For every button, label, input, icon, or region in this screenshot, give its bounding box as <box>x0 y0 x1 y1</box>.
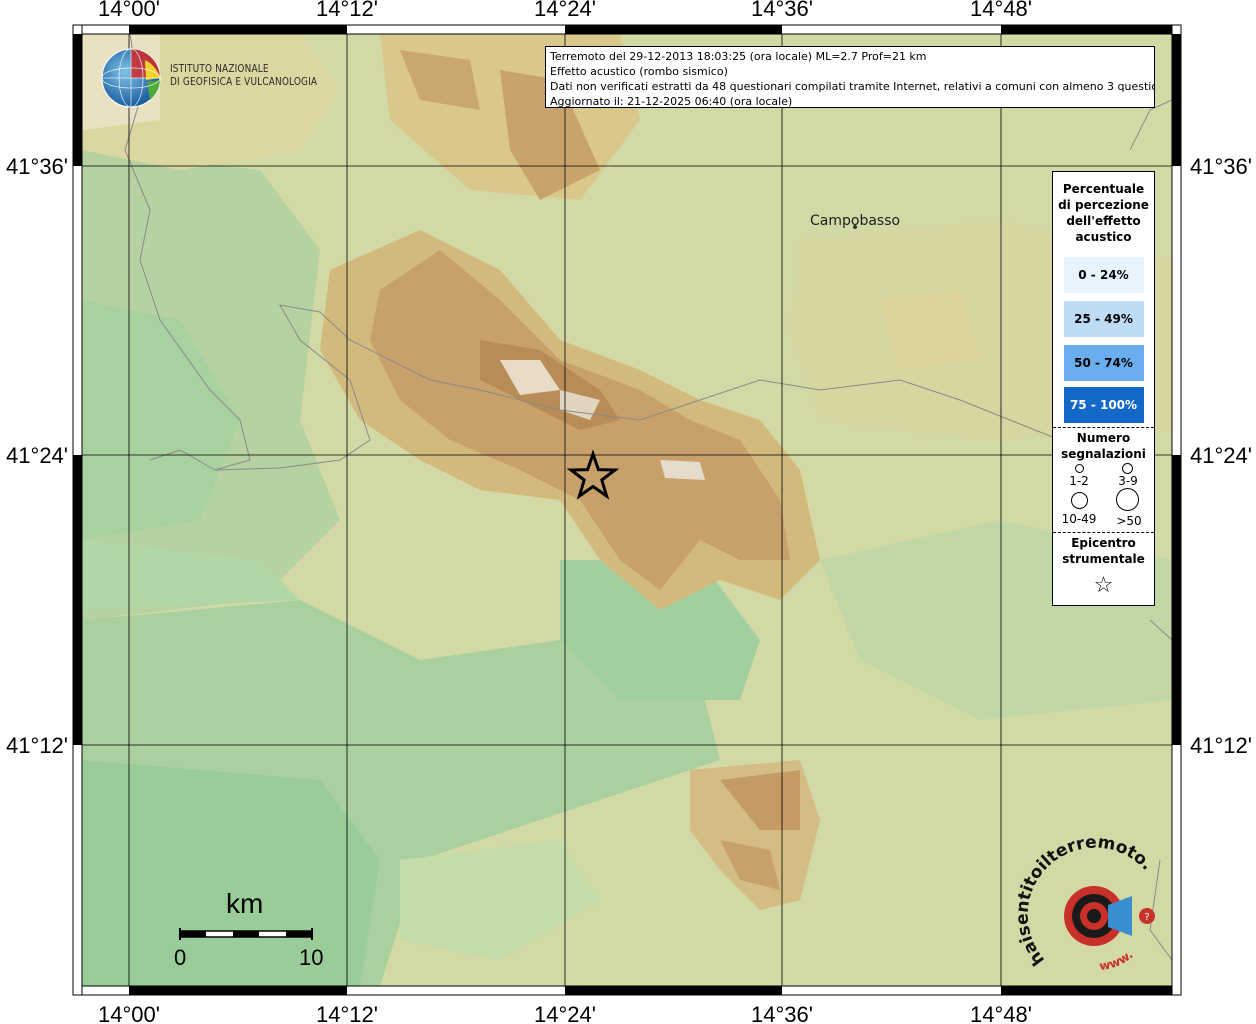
lon-label-top: 14°48' <box>970 0 1032 21</box>
count-legend: 1-2 3-9 10-49 >50 <box>1053 462 1154 532</box>
legend-title-line: dell'effetto <box>1066 214 1141 228</box>
count-label: >50 <box>1116 514 1142 528</box>
count-title: Numero segnalazioni <box>1053 430 1154 462</box>
lon-label-top: 14°12' <box>316 0 378 21</box>
lon-label-bottom: 14°48' <box>970 1002 1032 1024</box>
lon-label-bottom: 14°00' <box>98 1002 160 1024</box>
star-icon: ☆ <box>1093 573 1114 598</box>
lon-label-bottom: 14°36' <box>751 1002 813 1024</box>
ingv-logo-text: ISTITUTO NAZIONALE DI GEOFISICA E VULCAN… <box>170 63 317 89</box>
count-title-line: segnalazioni <box>1061 447 1146 461</box>
legend-title-line: acustico <box>1075 230 1132 244</box>
legend-swatch-0-24: 0 - 24% <box>1063 257 1144 293</box>
scale-title: km <box>226 888 264 919</box>
legend-title-line: Percentuale <box>1062 182 1145 196</box>
epicenter-title-line: Epicentro <box>1071 536 1136 550</box>
scale-max: 10 <box>299 945 324 970</box>
legend-title: Percentuale di percezione dell'effetto a… <box>1053 181 1154 245</box>
circle-xlarge-icon <box>1116 488 1139 511</box>
city-label: Campobasso <box>810 213 901 229</box>
lon-label-top: 14°24' <box>534 0 596 21</box>
lat-label-left: 41°12' <box>6 733 68 758</box>
info-line-updated: Aggiornato il: 21-12-2025 06:40 (ora loc… <box>550 95 793 108</box>
ingv-line-1: ISTITUTO NAZIONALE <box>170 63 269 75</box>
info-line-data: Dati non verificati estratti da 48 quest… <box>550 80 1155 93</box>
lon-label-bottom: 14°24' <box>534 1002 596 1024</box>
circle-small-icon <box>1075 464 1084 473</box>
event-info-box: Terremoto del 29-12-2013 18:03:25 (ora l… <box>545 46 1155 108</box>
count-label: 10-49 <box>1061 512 1097 526</box>
scale-min: 0 <box>174 945 187 970</box>
legend-title-line: di percezione <box>1058 198 1149 212</box>
legend-swatch-50-74: 50 - 74% <box>1063 345 1144 381</box>
lon-label-top: 14°36' <box>751 0 813 21</box>
terrain-relief <box>82 34 1172 986</box>
lat-label-left: 41°24' <box>6 443 68 468</box>
lat-label-right: 41°36' <box>1190 154 1252 179</box>
count-label: 1-2 <box>1069 474 1089 488</box>
legend: Percentuale di percezione dell'effetto a… <box>1052 171 1155 606</box>
ingv-line-2: DI GEOFISICA E VULCANOLOGIA <box>170 76 318 88</box>
legend-swatch-75-100: 75 - 100% <box>1063 387 1144 423</box>
svg-text:?: ? <box>1144 912 1149 923</box>
lat-label-right: 41°12' <box>1190 733 1252 758</box>
circle-medium-icon <box>1122 463 1133 474</box>
epicenter-title: Epicentro strumentale <box>1053 535 1154 567</box>
lat-label-left: 41°36' <box>6 154 68 179</box>
lon-label-top: 14°00' <box>98 0 160 21</box>
lon-label-bottom: 14°12' <box>316 1002 378 1024</box>
info-line-effect: Effetto acustico (rombo sismico) <box>550 65 728 78</box>
epicenter-title-line: strumentale <box>1062 552 1145 566</box>
lat-label-right: 41°24' <box>1190 443 1252 468</box>
legend-swatch-25-49: 25 - 49% <box>1063 301 1144 337</box>
legend-divider <box>1053 532 1154 533</box>
ingv-logo-icon <box>101 48 161 108</box>
count-title-line: Numero <box>1076 431 1131 445</box>
info-line-event: Terremoto del 29-12-2013 18:03:25 (ora l… <box>550 50 927 63</box>
circle-large-icon <box>1071 492 1088 509</box>
count-label: 3-9 <box>1118 474 1138 488</box>
legend-divider <box>1053 427 1154 428</box>
